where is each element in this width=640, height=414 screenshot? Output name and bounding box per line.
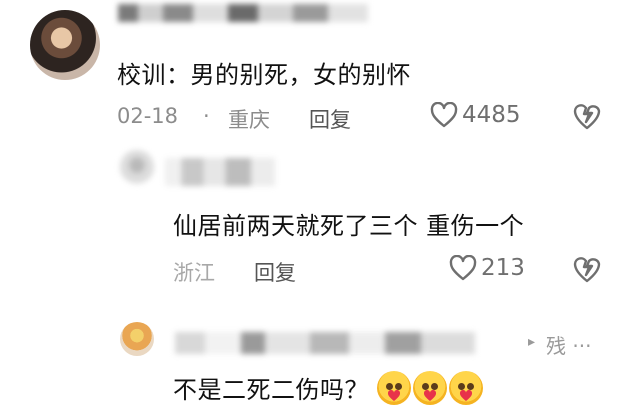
like-heart-icon[interactable] [430, 102, 458, 128]
like-heart-icon[interactable] [449, 255, 477, 281]
username-redacted [175, 332, 475, 354]
avatar[interactable] [30, 10, 100, 80]
avatar[interactable] [120, 322, 154, 356]
truncated-tag: 残 ··· [546, 334, 592, 358]
dislike-icon[interactable] [572, 255, 602, 283]
meta-separator: · [203, 104, 210, 128]
heart-hug-emoji [377, 370, 411, 405]
comment-date: 02-18 [117, 104, 179, 128]
reply-text: 不是二死二伤吗？ [173, 376, 369, 404]
comment-location: 重庆 [228, 108, 270, 132]
reply-body: 不是二死二伤吗？ [173, 370, 483, 405]
reply-button[interactable]: 回复 [309, 104, 351, 134]
heart-hug-emoji [413, 370, 447, 405]
avatar[interactable] [120, 150, 154, 184]
username-redacted [118, 4, 368, 22]
like-count: 213 [481, 255, 525, 281]
like-count: 4485 [462, 102, 521, 128]
reply-location: 浙江 [173, 261, 215, 285]
dislike-icon[interactable] [572, 102, 602, 130]
arrow-icon: ▸ [528, 334, 536, 350]
reply-button[interactable]: 回复 [254, 257, 296, 287]
heart-hug-emoji [449, 370, 483, 405]
reply-text: 仙居前两天就死了三个 重伤一个 [173, 212, 525, 240]
username-redacted [165, 158, 275, 186]
comment-text: 校训：男的别死，女的别怀 [117, 61, 411, 89]
